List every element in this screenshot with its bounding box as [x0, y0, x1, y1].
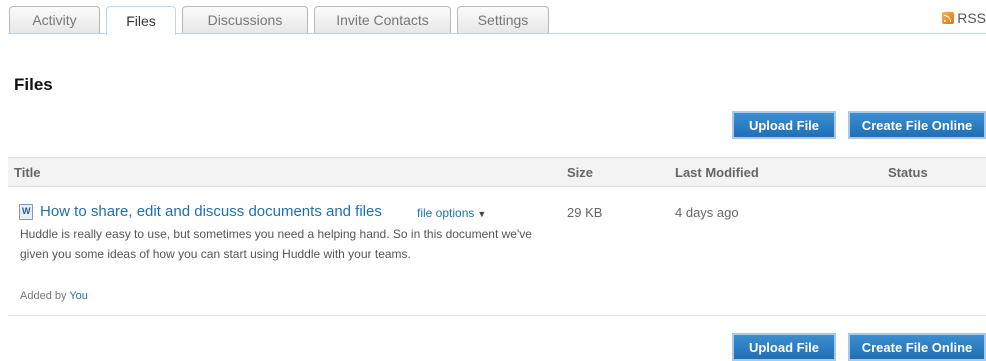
rss-icon — [942, 12, 955, 24]
tab-settings[interactable]: Settings — [457, 6, 549, 33]
added-by-label: Added by — [20, 290, 67, 302]
file-options-label: file options — [417, 206, 475, 220]
tab-activity[interactable]: Activity — [9, 6, 100, 33]
rss-label: RSS — [957, 10, 986, 26]
upload-file-button[interactable]: Upload File — [732, 111, 836, 139]
file-size: 29 KB — [567, 205, 603, 220]
file-description: Huddle is really easy to use, but someti… — [20, 227, 532, 261]
column-header-size[interactable]: Size — [567, 165, 593, 180]
tab-invite-contacts[interactable]: Invite Contacts — [314, 6, 451, 33]
tab-files[interactable]: Files — [106, 6, 176, 35]
create-file-online-button[interactable]: Create File Online — [848, 111, 986, 139]
create-file-online-button-bottom[interactable]: Create File Online — [848, 333, 986, 361]
chevron-down-icon: ▼ — [477, 209, 487, 219]
added-by-user-link[interactable]: You — [69, 290, 88, 302]
tab-discussions[interactable]: Discussions — [182, 6, 308, 33]
page-title: Files — [14, 75, 53, 94]
added-by: Added by You — [20, 290, 88, 302]
rss-link[interactable]: RSS — [942, 10, 986, 26]
table-row: How to share, edit and discuss documents… — [8, 188, 986, 316]
tab-bar: Activity Files Discussions Invite Contac… — [0, 0, 986, 36]
column-header-last-modified[interactable]: Last Modified — [675, 165, 759, 180]
file-title-link[interactable]: How to share, edit and discuss documents… — [40, 203, 382, 220]
word-document-icon[interactable] — [19, 204, 33, 220]
upload-file-button-bottom[interactable]: Upload File — [732, 333, 836, 361]
table-header: Title Size Last Modified Status — [8, 157, 986, 187]
column-header-status[interactable]: Status — [888, 165, 928, 180]
file-last-modified: 4 days ago — [675, 205, 739, 220]
column-header-title[interactable]: Title — [14, 165, 41, 180]
file-options-dropdown[interactable]: file options ▼ — [417, 206, 486, 220]
